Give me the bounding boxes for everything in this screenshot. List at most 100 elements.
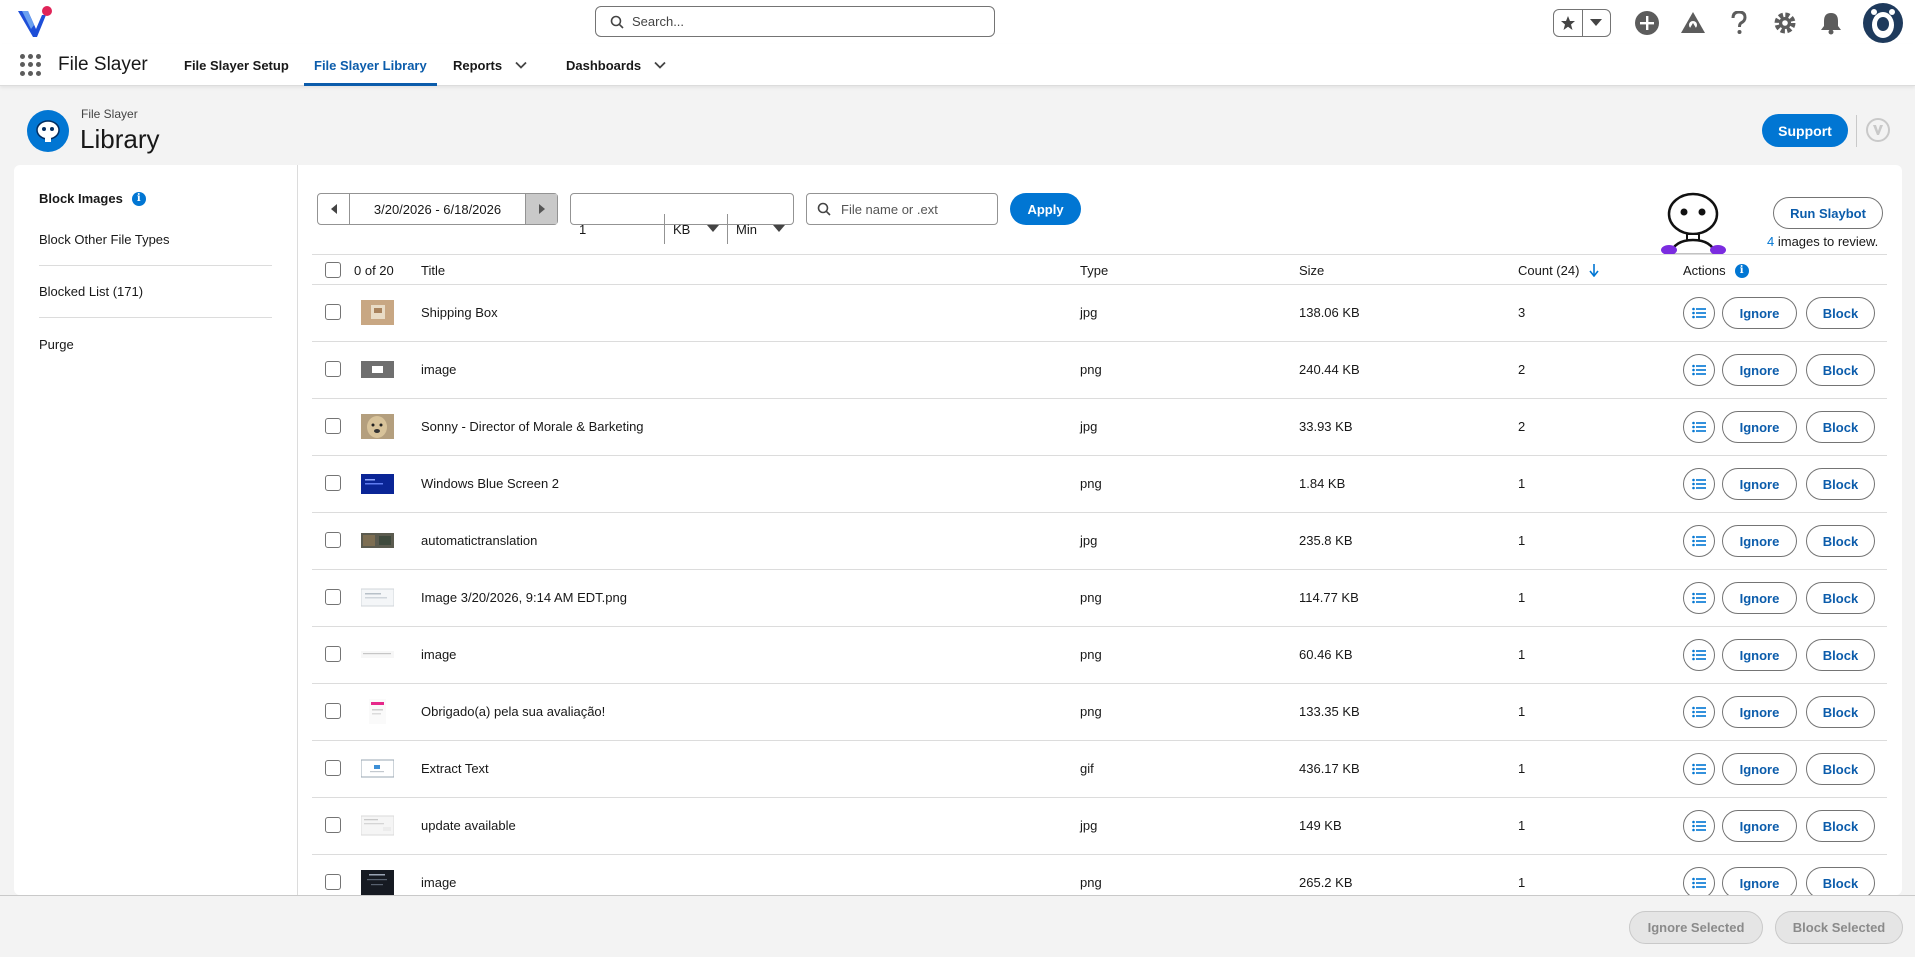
column-size[interactable]: Size [1299, 263, 1324, 278]
nav-tab-file-slayer-library[interactable]: File Slayer Library [304, 44, 437, 86]
file-name-search-input[interactable]: File name or .ext [806, 193, 998, 225]
row-checkbox[interactable] [325, 361, 341, 377]
chevron-down-icon[interactable] [514, 58, 528, 72]
row-checkbox[interactable] [325, 589, 341, 605]
list-icon [1692, 478, 1706, 490]
nav-tab-file-slayer-setup[interactable]: File Slayer Setup [184, 44, 289, 86]
row-details-button[interactable] [1683, 468, 1715, 500]
file-thumbnail[interactable] [361, 357, 394, 382]
apply-button[interactable]: Apply [1010, 193, 1081, 225]
row-block-button[interactable]: Block [1806, 639, 1875, 671]
row-ignore-button[interactable]: Ignore [1722, 639, 1797, 671]
setup-gear-button[interactable] [1771, 9, 1799, 37]
size-unit-select[interactable]: KB [664, 214, 727, 244]
row-type: jpg [1080, 419, 1098, 434]
row-block-button[interactable]: Block [1806, 297, 1875, 329]
row-ignore-button[interactable]: Ignore [1722, 297, 1797, 329]
row-block-button[interactable]: Block [1806, 468, 1875, 500]
trailhead-button[interactable] [1679, 9, 1707, 37]
sidebar-item-purge[interactable]: Purge [39, 337, 74, 352]
column-title[interactable]: Title [421, 263, 445, 278]
row-block-button[interactable]: Block [1806, 354, 1875, 386]
column-count[interactable]: Count (24) [1518, 263, 1600, 278]
row-details-button[interactable] [1683, 354, 1715, 386]
row-ignore-button[interactable]: Ignore [1722, 411, 1797, 443]
row-details-button[interactable] [1683, 297, 1715, 329]
row-type: jpg [1080, 305, 1098, 320]
date-range-value[interactable]: 3/20/2026 - 6/18/2026 [350, 194, 525, 224]
file-thumbnail[interactable] [361, 699, 394, 724]
row-checkbox[interactable] [325, 817, 341, 833]
row-count: 1 [1518, 590, 1526, 605]
user-avatar[interactable] [1863, 3, 1903, 43]
row-checkbox[interactable] [325, 646, 341, 662]
row-checkbox[interactable] [325, 703, 341, 719]
row-ignore-button[interactable]: Ignore [1722, 354, 1797, 386]
vendor-badge-icon[interactable] [1866, 118, 1890, 142]
sidebar-item-block-other-file-types[interactable]: Block Other File Types [39, 232, 170, 247]
date-next-button[interactable] [525, 194, 557, 224]
file-thumbnail[interactable] [361, 813, 394, 838]
file-thumbnail[interactable] [361, 528, 394, 553]
table-row: update available jpg 149 KB 1 Ignore Block [312, 798, 1887, 855]
row-ignore-button[interactable]: Ignore [1722, 582, 1797, 614]
size-mode-select[interactable]: Min [727, 214, 793, 244]
row-details-button[interactable] [1683, 639, 1715, 671]
chevron-down-icon[interactable] [653, 58, 667, 72]
row-details-button[interactable] [1683, 582, 1715, 614]
row-ignore-button[interactable]: Ignore [1722, 468, 1797, 500]
row-checkbox[interactable] [325, 304, 341, 320]
global-search-input[interactable]: Search... [595, 6, 995, 37]
row-details-button[interactable] [1683, 525, 1715, 557]
row-ignore-button[interactable]: Ignore [1722, 696, 1797, 728]
favorites-dropdown-button[interactable] [1581, 10, 1611, 36]
ignore-selected-button[interactable]: Ignore Selected [1629, 911, 1763, 944]
sidebar-item-block-images[interactable]: Block Images i [39, 191, 146, 206]
caret-down-icon [1590, 19, 1603, 26]
global-actions-button[interactable] [1633, 9, 1661, 37]
nav-tab-reports[interactable]: Reports [453, 44, 528, 86]
help-button[interactable] [1725, 9, 1753, 37]
row-ignore-button[interactable]: Ignore [1722, 810, 1797, 842]
row-checkbox[interactable] [325, 760, 341, 776]
row-ignore-button[interactable]: Ignore [1722, 753, 1797, 785]
row-block-button[interactable]: Block [1806, 582, 1875, 614]
row-block-button[interactable]: Block [1806, 525, 1875, 557]
file-thumbnail[interactable] [361, 300, 394, 325]
info-icon[interactable]: i [131, 191, 146, 206]
file-thumbnail[interactable] [361, 642, 394, 667]
support-button[interactable]: Support [1762, 114, 1848, 147]
app-launcher-icon[interactable] [20, 54, 42, 76]
column-type[interactable]: Type [1080, 263, 1108, 278]
row-details-button[interactable] [1683, 696, 1715, 728]
file-thumbnail[interactable] [361, 414, 394, 439]
app-logo-icon[interactable] [16, 5, 56, 39]
row-block-button[interactable]: Block [1806, 810, 1875, 842]
notifications-button[interactable] [1817, 9, 1845, 37]
row-details-button[interactable] [1683, 753, 1715, 785]
row-checkbox[interactable] [325, 532, 341, 548]
date-prev-button[interactable] [318, 194, 350, 224]
row-checkbox[interactable] [325, 874, 341, 890]
favorite-star-button[interactable] [1554, 10, 1582, 36]
file-thumbnail[interactable] [361, 585, 394, 610]
row-checkbox[interactable] [325, 418, 341, 434]
run-slaybot-button[interactable]: Run Slaybot [1773, 197, 1883, 229]
info-icon[interactable]: i [1734, 263, 1749, 278]
row-ignore-button[interactable]: Ignore [1722, 525, 1797, 557]
file-thumbnail[interactable] [361, 756, 394, 781]
file-thumbnail[interactable] [361, 471, 394, 496]
file-thumbnail[interactable] [361, 870, 394, 895]
row-block-button[interactable]: Block [1806, 411, 1875, 443]
row-checkbox[interactable] [325, 475, 341, 491]
size-value-input[interactable]: 1 [571, 214, 664, 244]
block-selected-button[interactable]: Block Selected [1775, 911, 1903, 944]
nav-tab-dashboards[interactable]: Dashboards [566, 44, 667, 86]
row-block-button[interactable]: Block [1806, 696, 1875, 728]
row-block-button[interactable]: Block [1806, 753, 1875, 785]
row-details-button[interactable] [1683, 810, 1715, 842]
select-all-checkbox[interactable] [325, 262, 341, 278]
row-details-button[interactable] [1683, 411, 1715, 443]
sidebar-item-blocked-list[interactable]: Blocked List (171) [39, 284, 143, 299]
page-title: Library [80, 124, 160, 154]
